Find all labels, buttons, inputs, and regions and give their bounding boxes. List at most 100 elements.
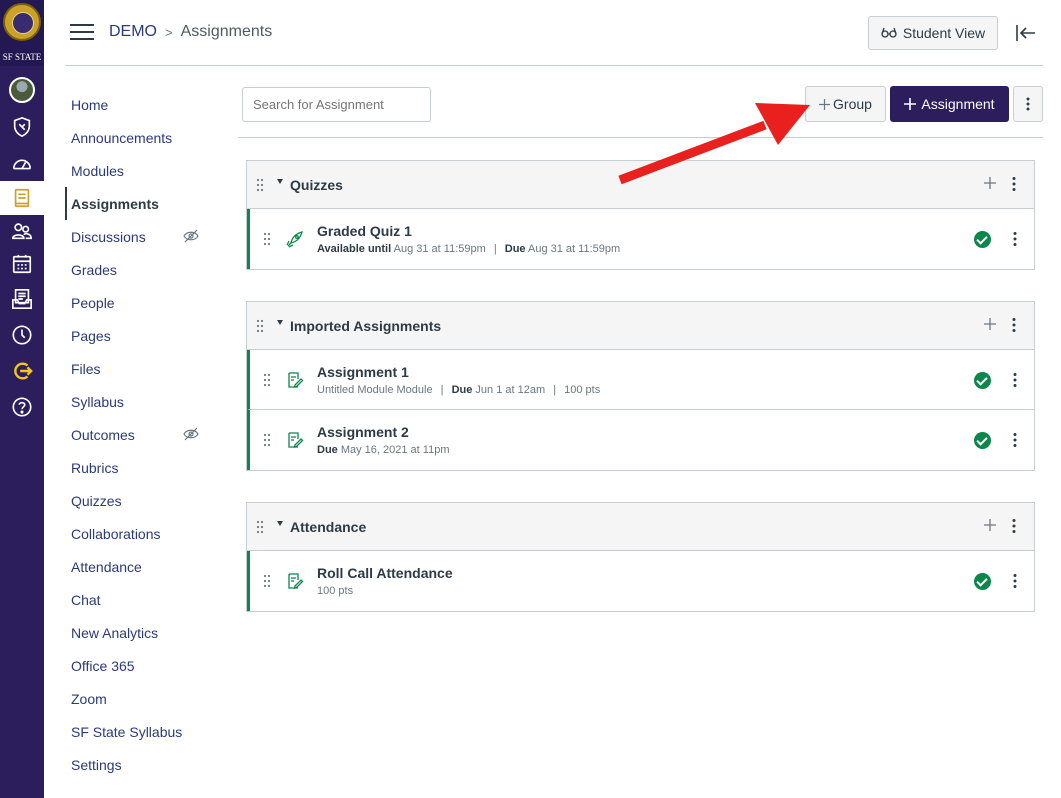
course-nav-settings[interactable]: Settings [65, 748, 215, 781]
course-nav-people[interactable]: People [65, 286, 215, 319]
group-header[interactable]: Attendance [247, 503, 1034, 551]
collapse-caret-icon[interactable] [277, 320, 283, 325]
add-to-group-icon[interactable] [983, 518, 997, 532]
course-nav-grades[interactable]: Grades [65, 253, 215, 286]
drag-handle-icon[interactable] [263, 373, 271, 387]
global-nav-courses[interactable] [0, 181, 44, 215]
group-title: Quizzes [290, 176, 343, 193]
collapse-caret-icon[interactable] [277, 521, 283, 526]
global-nav-help[interactable] [0, 390, 44, 424]
logo-text: SF STATE [2, 52, 42, 62]
course-nav-quizzes[interactable]: Quizzes [65, 484, 215, 517]
course-nav-announcements[interactable]: Announcements [65, 121, 215, 154]
course-menu-toggle[interactable] [70, 24, 94, 42]
sfstate-logo[interactable]: SF STATE [0, 0, 44, 66]
course-nav-discussions[interactable]: Discussions [65, 220, 215, 253]
kebab-menu-icon [1026, 97, 1030, 111]
course-nav-outcomes[interactable]: Outcomes [65, 418, 215, 451]
published-check-icon[interactable] [974, 432, 991, 449]
add-to-group-icon[interactable] [983, 317, 997, 331]
item-kebab-icon[interactable] [1010, 372, 1020, 388]
course-nav-office-365[interactable]: Office 365 [65, 649, 215, 682]
student-view-button[interactable]: Student View [868, 16, 998, 50]
assignment-title-link[interactable]: Assignment 2 [317, 424, 409, 440]
course-nav-zoom[interactable]: Zoom [65, 682, 215, 715]
item-kebab-icon[interactable] [1010, 573, 1020, 589]
course-nav-assignments[interactable]: Assignments [65, 187, 215, 220]
assignment-meta: Due May 16, 2021 at 11pm [317, 444, 450, 456]
collapse-caret-icon[interactable] [277, 179, 283, 184]
collapse-left-icon [1016, 25, 1035, 41]
global-nav-commons[interactable] [0, 354, 44, 388]
group-kebab-icon[interactable] [1009, 317, 1019, 333]
drag-handle-icon[interactable] [256, 178, 264, 192]
admin-shield-icon [13, 116, 31, 138]
published-check-icon[interactable] [974, 573, 991, 590]
global-nav-calendar[interactable] [0, 247, 44, 281]
published-check-icon[interactable] [974, 372, 991, 389]
course-nav-chat[interactable]: Chat [65, 583, 215, 616]
assignment-icon [288, 573, 304, 589]
course-nav: Home Announcements Modules Assignments D… [65, 88, 215, 781]
course-nav-files[interactable]: Files [65, 352, 215, 385]
breadcrumb-course-link[interactable]: DEMO [109, 23, 157, 41]
course-nav-sf-state-syllabus[interactable]: SF State Syllabus [65, 715, 215, 748]
assignment-title-link[interactable]: Roll Call Attendance [317, 565, 453, 581]
group-title: Imported Assignments [290, 317, 442, 334]
course-nav-new-analytics[interactable]: New Analytics [65, 616, 215, 649]
calendar-icon [12, 254, 32, 274]
course-nav-attendance[interactable]: Attendance [65, 550, 215, 583]
assignment-row[interactable]: Assignment 2 Due May 16, 2021 at 11pm [247, 410, 1034, 470]
item-kebab-icon[interactable] [1010, 432, 1020, 448]
drag-handle-icon[interactable] [263, 433, 271, 447]
add-assignment-button[interactable]: Assignment [890, 86, 1009, 122]
plus-icon [904, 98, 917, 110]
global-nav-history[interactable] [0, 318, 44, 352]
course-nav-collaborations[interactable]: Collaborations [65, 517, 215, 550]
collapse-sidebar-button[interactable] [1014, 22, 1038, 44]
history-icon [12, 325, 32, 345]
help-icon [12, 397, 32, 417]
global-nav-groups[interactable] [0, 214, 44, 248]
group-kebab-icon[interactable] [1009, 176, 1019, 192]
course-nav-pages[interactable]: Pages [65, 319, 215, 352]
drag-handle-icon[interactable] [256, 520, 264, 534]
chevron-right-icon: > [165, 24, 173, 40]
assignments-settings-button[interactable] [1013, 86, 1043, 122]
plus-icon [819, 98, 831, 110]
assignment-title-link[interactable]: Assignment 1 [317, 364, 409, 380]
breadcrumb-current-page: Assignments [180, 23, 273, 40]
assignment-title-link[interactable]: Graded Quiz 1 [317, 223, 412, 239]
course-nav-rubrics[interactable]: Rubrics [65, 451, 215, 484]
global-nav-account[interactable] [0, 73, 44, 107]
drag-handle-icon[interactable] [263, 232, 271, 246]
assignment-row[interactable]: Roll Call Attendance 100 pts [247, 551, 1034, 611]
drag-handle-icon[interactable] [263, 574, 271, 588]
inbox-icon [12, 289, 32, 309]
item-kebab-icon[interactable] [1010, 231, 1020, 247]
assignment-group-attendance: Attendance Roll Call Attendance 100 pts [246, 502, 1035, 612]
add-to-group-icon[interactable] [983, 176, 997, 190]
student-view-label: Student View [902, 25, 986, 41]
assignment-row[interactable]: Graded Quiz 1 Available until Aug 31 at … [247, 209, 1034, 269]
quiz-rocket-icon [286, 231, 303, 248]
courses-icon [14, 188, 30, 208]
assignment-group-imported: Imported Assignments Assignment 1 Untitl… [246, 301, 1035, 471]
breadcrumb: DEMO > Assignments [109, 23, 272, 41]
add-assignment-label: Assignment [921, 96, 995, 112]
course-nav-home[interactable]: Home [65, 88, 215, 121]
global-nav-inbox[interactable] [0, 282, 44, 316]
global-nav-admin[interactable] [0, 110, 44, 144]
group-header[interactable]: Imported Assignments [247, 302, 1034, 350]
group-kebab-icon[interactable] [1009, 518, 1019, 534]
course-nav-syllabus[interactable]: Syllabus [65, 385, 215, 418]
drag-handle-icon[interactable] [256, 319, 264, 333]
add-group-label: Group [833, 96, 872, 112]
assignment-row[interactable]: Assignment 1 Untitled Module Module | Du… [247, 350, 1034, 410]
group-title: Attendance [290, 518, 367, 535]
course-nav-modules[interactable]: Modules [65, 154, 215, 187]
search-assignment-input[interactable] [242, 87, 431, 122]
global-nav-dashboard[interactable] [0, 147, 44, 181]
groups-icon [12, 223, 32, 240]
published-check-icon[interactable] [974, 231, 991, 248]
